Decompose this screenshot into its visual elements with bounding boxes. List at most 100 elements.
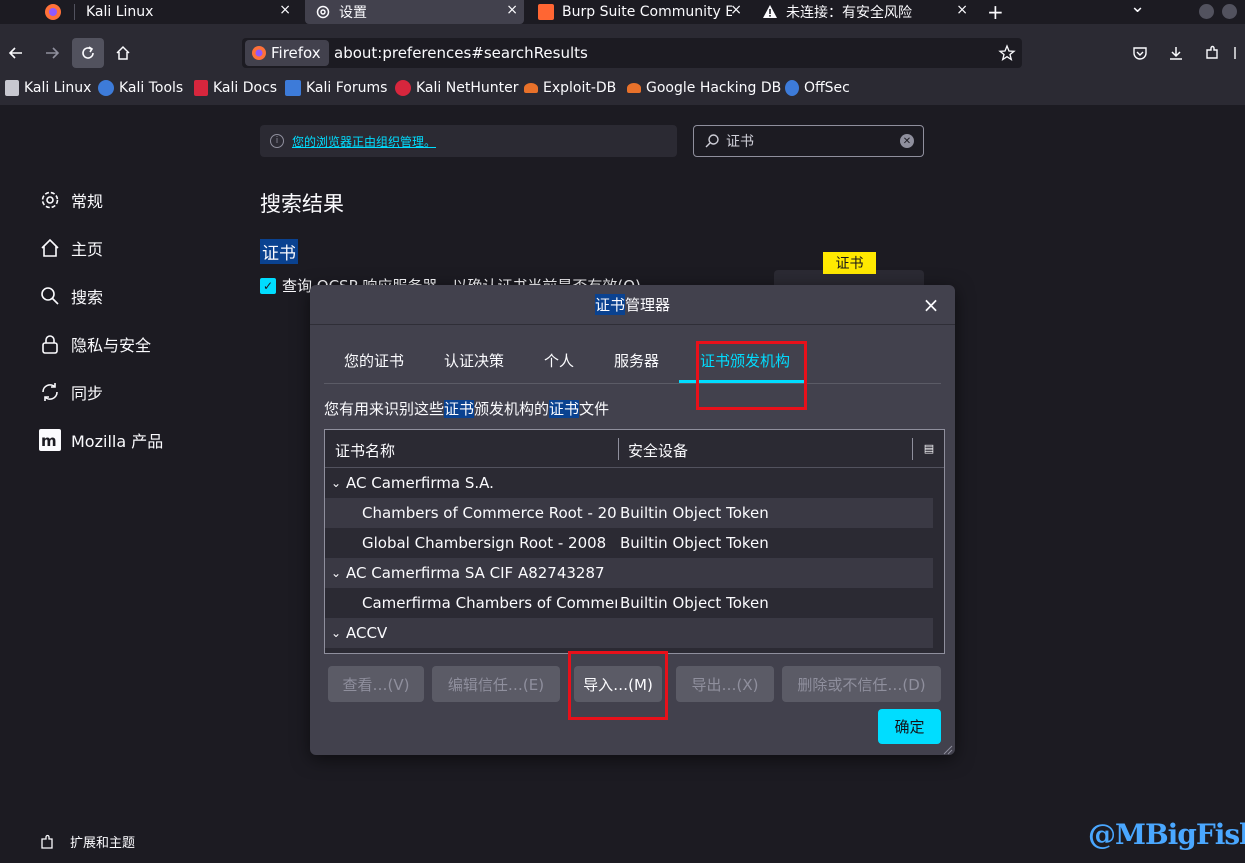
bookmark-kali-nethunter[interactable]: Kali NetHunter: [395, 80, 518, 96]
ok-button[interactable]: 确定: [878, 709, 941, 744]
reload-button[interactable]: [72, 38, 104, 68]
nethunter-icon: [395, 80, 411, 96]
delete-distrust-button[interactable]: 删除或不信任…(D): [782, 666, 941, 702]
pocket-icon[interactable]: [1128, 41, 1152, 65]
extensions-icon[interactable]: [1200, 41, 1224, 65]
list-all-tabs-button[interactable]: ⌄: [1130, 0, 1145, 17]
column-splitter[interactable]: [912, 438, 913, 460]
bookmark-offsec[interactable]: OffSec: [785, 80, 850, 96]
bookmark-kali-tools[interactable]: Kali Tools: [98, 80, 183, 96]
tree-row[interactable]: Global Chambersign Root - 2008 Builtin O…: [325, 528, 933, 558]
watermark: @MBigFish: [1088, 818, 1245, 851]
column-splitter[interactable]: [618, 438, 619, 460]
tree-row[interactable]: Chambers of Commerce Root - 200… Builtin…: [325, 498, 933, 528]
managed-notice: i 您的浏览器正由组织管理。: [260, 125, 677, 157]
tab-kali-linux[interactable]: Kali Linux ×: [76, 0, 301, 24]
tab-authentication-decisions[interactable]: 认证决策: [444, 350, 504, 371]
tab-your-certificates[interactable]: 您的证书: [344, 350, 404, 371]
clear-search-icon[interactable]: ✕: [900, 134, 914, 148]
svg-text:m: m: [41, 432, 57, 450]
category-search[interactable]: 搜索: [38, 284, 103, 308]
kali-dragon-icon: [5, 80, 19, 96]
search-tooltip: 证书: [823, 252, 876, 274]
ghdb-icon: [627, 83, 641, 93]
export-button[interactable]: 导出…(X): [676, 666, 774, 702]
resize-grip-icon[interactable]: [943, 743, 953, 755]
bookmark-kali-linux[interactable]: Kali Linux: [5, 80, 91, 96]
chevron-down-icon[interactable]: ⌄: [331, 476, 341, 490]
certificate-tree[interactable]: 证书名称 安全设备 ▤ ⌄ AC Camerfirma S.A. Chamber…: [324, 429, 945, 654]
search-results-heading: 搜索结果: [260, 192, 344, 216]
tab-insecure[interactable]: 未连接：有安全风险 ×: [752, 0, 974, 24]
burp-icon: [538, 4, 554, 20]
tab-servers[interactable]: 服务器: [614, 350, 659, 371]
cert-tabs: 您的证书 认证决策 个人 服务器 证书颁发机构: [324, 340, 941, 384]
kali-docs-icon: [194, 80, 208, 96]
chevron-down-icon[interactable]: ⌄: [331, 566, 341, 580]
ocsp-checkbox[interactable]: ✓: [260, 277, 276, 294]
category-privacy[interactable]: 隐私与安全: [38, 332, 151, 356]
search-value: 证书: [726, 134, 754, 150]
back-button[interactable]: [4, 41, 28, 65]
tree-row-group[interactable]: ⌄ AC Camerfirma SA CIF A82743287: [325, 558, 933, 588]
sync-icon: [38, 380, 62, 404]
tree-header: 证书名称 安全设备 ▤: [325, 430, 944, 468]
url-text[interactable]: about:preferences#searchResults: [334, 44, 588, 62]
column-picker-icon[interactable]: ▤: [922, 441, 936, 455]
home-icon[interactable]: [111, 41, 135, 65]
bookmark-google-hacking-db[interactable]: Google Hacking DB: [627, 80, 781, 96]
chevron-down-icon[interactable]: ⌄: [331, 626, 341, 640]
search-icon: [704, 133, 720, 149]
tree-row-group[interactable]: ⌄ ACCV: [325, 618, 933, 648]
view-button[interactable]: 查看…(V): [328, 666, 424, 702]
downloads-icon[interactable]: [1164, 41, 1188, 65]
close-icon[interactable]: ×: [730, 2, 742, 18]
managed-notice-link[interactable]: 您的浏览器正由组织管理。: [292, 133, 436, 150]
gear-icon: [38, 188, 62, 212]
bookmarks-toolbar: [0, 72, 1245, 105]
column-cert-name[interactable]: 证书名称: [335, 440, 395, 461]
bookmark-kali-docs[interactable]: Kali Docs: [194, 80, 277, 96]
mozilla-icon: m: [38, 428, 62, 452]
dialog-title: 证书 管理器: [310, 285, 955, 325]
tab-people[interactable]: 个人: [544, 350, 574, 371]
offsec-icon: [785, 80, 799, 96]
close-icon[interactable]: ×: [279, 2, 291, 18]
firefox-view-icon[interactable]: [44, 3, 62, 21]
search-icon: [38, 284, 62, 308]
column-security-device[interactable]: 安全设备: [628, 440, 688, 461]
close-icon[interactable]: ×: [956, 2, 968, 18]
new-tab-button[interactable]: +: [987, 0, 1004, 24]
close-icon[interactable]: ×: [919, 293, 943, 317]
minimize-button[interactable]: [1199, 4, 1214, 19]
kali-tools-icon: [98, 80, 114, 96]
warning-icon: [762, 4, 778, 20]
overflow-icon[interactable]: [1233, 41, 1245, 65]
exploit-db-icon: [524, 83, 538, 93]
bookmark-star-icon[interactable]: [995, 41, 1019, 65]
extensions-themes-link[interactable]: 扩展和主题: [40, 832, 135, 851]
tab-settings[interactable]: 设置 ×: [305, 0, 524, 24]
edit-trust-button[interactable]: 编辑信任…(E): [432, 666, 560, 702]
preferences-search-input[interactable]: 证书 ✕: [693, 125, 924, 157]
close-icon[interactable]: ×: [506, 2, 518, 18]
tree-row[interactable]: Camerfirma Chambers of Commerc… Builtin …: [325, 588, 933, 618]
certificates-heading: 证书: [260, 239, 298, 264]
tree-row-group[interactable]: ⌄ AC Camerfirma S.A.: [325, 468, 933, 498]
tab-strip: Kali Linux × 设置 × Burp Suite Community E…: [0, 0, 1245, 24]
lock-icon: [38, 332, 62, 356]
bookmark-exploit-db[interactable]: Exploit-DB: [524, 80, 616, 96]
category-mozilla-products[interactable]: m Mozilla 产品: [38, 428, 163, 452]
firefox-logo-icon: [251, 45, 267, 61]
tab-burp-suite[interactable]: Burp Suite Community Ed ×: [528, 0, 748, 24]
bookmark-kali-forums[interactable]: Kali Forums: [285, 80, 387, 96]
annotation-box-authorities-tab: [696, 341, 807, 410]
category-sync[interactable]: 同步: [38, 380, 103, 404]
category-general[interactable]: 常规: [38, 188, 103, 212]
category-home[interactable]: 主页: [38, 236, 103, 260]
puzzle-icon: [40, 834, 56, 850]
maximize-button[interactable]: [1222, 4, 1237, 19]
forward-button[interactable]: [40, 41, 64, 65]
kali-forums-icon: [285, 80, 301, 96]
identity-box[interactable]: Firefox: [245, 40, 329, 66]
